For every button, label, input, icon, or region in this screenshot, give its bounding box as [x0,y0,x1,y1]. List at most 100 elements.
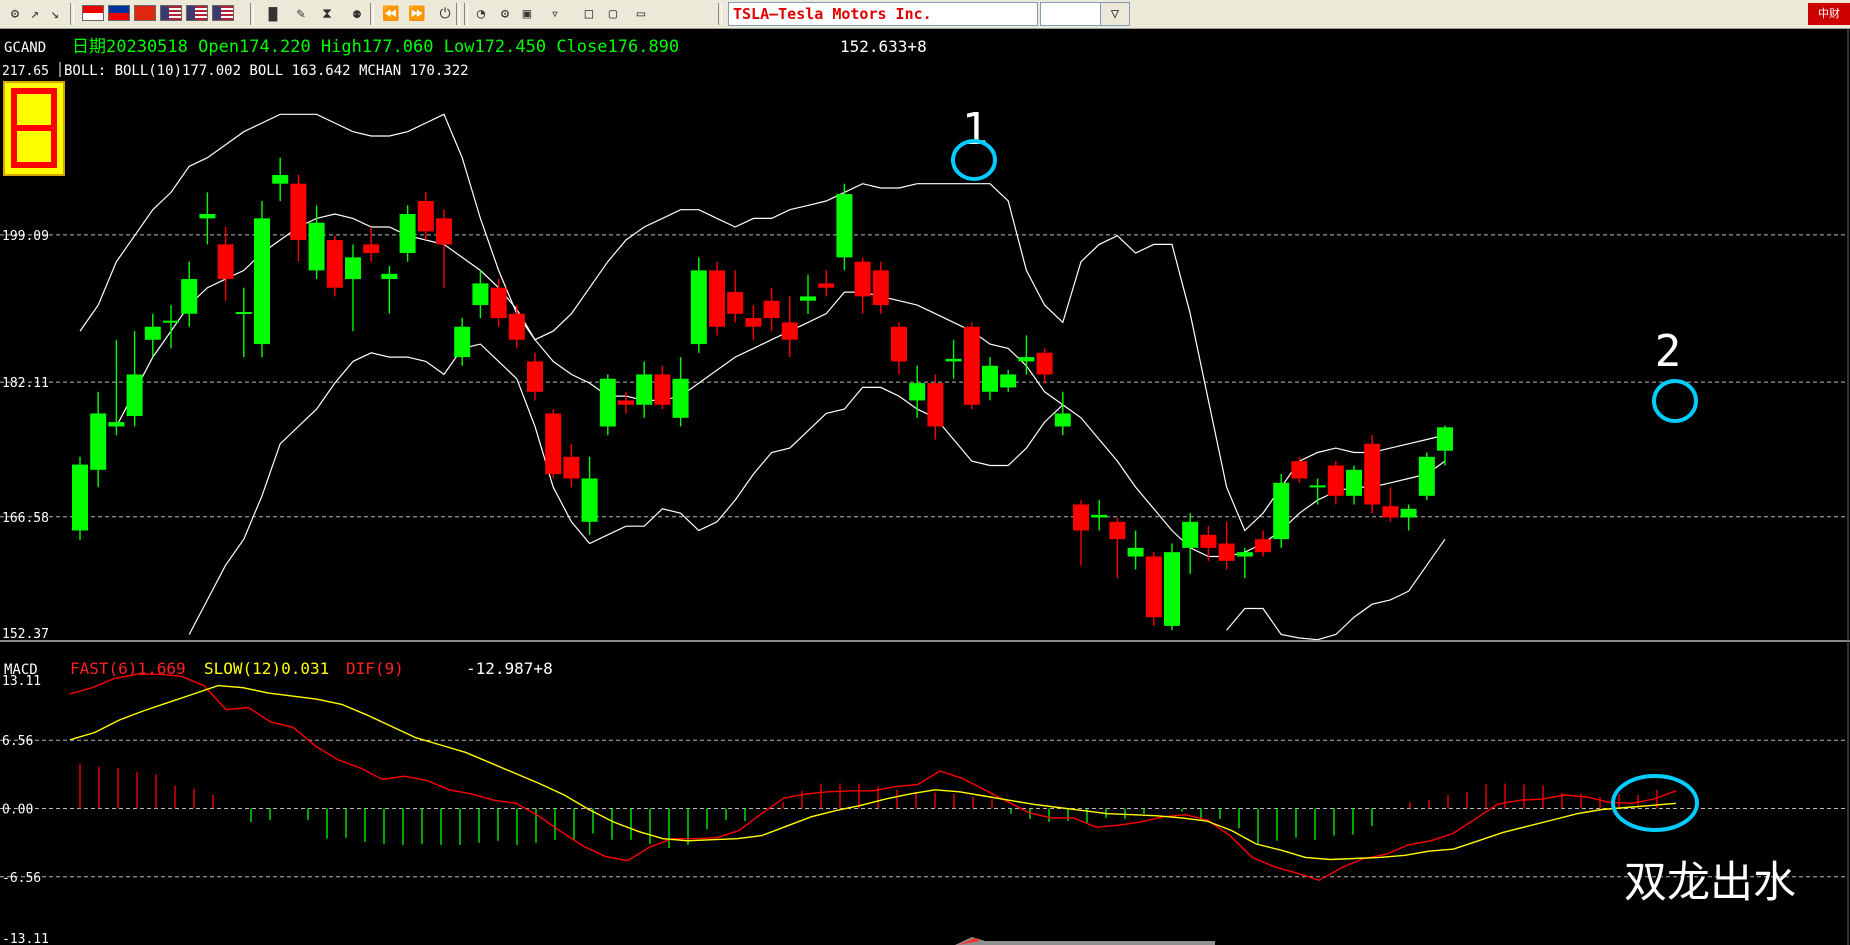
candle-body [709,270,725,327]
candle-down [545,409,562,479]
candle-down [1364,435,1381,514]
candle-body [1400,508,1417,518]
candle-body [945,358,962,362]
candle-body [818,283,835,288]
slow-legend: SLOW(12)0.031 [204,659,329,678]
candle-body [800,296,816,301]
candle-body [581,478,598,522]
candle-body [763,300,780,319]
candle-body [836,194,853,258]
flag-us-icon[interactable] [186,5,208,21]
hourglass-icon[interactable]: ⧗ [316,3,338,25]
candle-body [363,244,380,254]
dif-legend: DIF(9) [346,659,404,678]
open-icon[interactable]: ⚙ [4,3,26,25]
power-icon[interactable]: ⏻ [434,3,456,25]
candle-body [745,318,762,327]
candle-up [1273,474,1290,548]
toolbar-separator [456,3,460,25]
candle-body [690,270,707,345]
boll-legend: BOLL: BOLL(10)177.002 BOLL 163.642 MCHAN… [64,63,469,79]
folder-open-icon[interactable]: ▢ [602,3,624,25]
macd-panel-label: MACD [4,662,38,678]
flag-us-icon[interactable] [160,5,182,21]
candle-down [326,235,343,297]
period-daily-icon[interactable] [3,81,65,176]
window-icon[interactable]: ▣ [516,3,538,25]
fast-forward-icon[interactable]: ⏩ [406,3,428,25]
candle-body [126,374,143,417]
candle-body [654,374,671,405]
flag-hk-icon[interactable] [134,5,156,21]
y-tick-label: 166.58 [2,511,49,526]
bar-chart-icon[interactable]: ▇ [262,3,284,25]
rss-icon[interactable]: ◔ [470,3,492,25]
monitor-icon[interactable]: ▭ [630,3,652,25]
flag-us-icon[interactable] [212,5,234,21]
candle-body [1164,552,1180,626]
candle-body [982,365,998,392]
candle-down [1145,552,1162,626]
candle-body [181,279,198,314]
candle-body [963,326,980,405]
flag-my-icon[interactable] [108,5,130,21]
toolbar-separator [70,3,74,25]
up-arrow-icon[interactable]: ↗ [24,3,46,25]
candle-body [1418,456,1435,496]
rewind-icon[interactable]: ⏪ [380,3,402,25]
candle-body [472,283,489,306]
main-top-value: 217.65 [2,64,49,79]
candle-body [217,244,234,280]
macd-cursor-value: -12.987+8 [466,659,553,678]
candle-up [254,201,270,358]
symbol-input[interactable]: TSLA—Tesla Motors Inc. [728,2,1038,26]
candle-down [963,322,980,410]
candle-body [72,464,88,531]
candle-body [1255,539,1271,553]
macd-y-tick-label: 6.56 [2,734,33,749]
candle-body [672,378,689,418]
candle-body [163,320,179,323]
candle-body [508,313,525,340]
candle-body [345,257,361,280]
fast-legend: FAST(6)1.669 [70,659,186,678]
symbol-extra-field[interactable] [1040,2,1108,26]
candle-body [235,312,252,315]
network-icon[interactable]: ⚉ [346,3,368,25]
candle-body [1036,352,1053,375]
candle-up [836,183,853,271]
macd-y-tick-label: -6.56 [2,871,41,886]
candle-body [1182,521,1199,548]
annotation-1: 1 [962,104,989,155]
flag-sg-icon[interactable] [82,5,104,21]
caption: 双龙出水 [1624,858,1796,908]
candle-body [727,292,744,314]
candle-body [1273,482,1290,540]
candle-body [872,270,889,306]
candle-body [381,273,398,280]
edit-icon[interactable]: ✎ [290,3,312,25]
symbol-dropdown-button[interactable]: ▽ [1100,2,1130,26]
candle-body [1346,469,1362,496]
candle-body [1200,534,1217,548]
candle-body [1109,521,1126,540]
candle-body [436,218,452,245]
candle-up [72,456,88,541]
cart-icon[interactable]: ▿ [544,3,566,25]
main-panel-label: GCAND [4,40,46,56]
candle-body [272,175,289,184]
folder-icon[interactable]: □ [578,3,600,25]
candle-body [927,383,944,427]
annotation-2: 2 [1655,326,1682,377]
stock-chart[interactable]: 199.09182.11166.58152.37 13.116.560.00-6… [0,29,1850,945]
candle-body [1364,443,1381,505]
candle-body [563,456,580,479]
gear-icon[interactable]: ⚙ [494,3,516,25]
candle-down [709,261,725,336]
down-arrow-icon[interactable]: ↘ [44,3,66,25]
price-info: 日期20230518 Open174.220 High177.060 Low17… [72,37,679,57]
candle-body [1073,504,1089,531]
candle-up [1164,543,1180,631]
candle-body [854,261,871,297]
candle-body [1018,357,1035,362]
